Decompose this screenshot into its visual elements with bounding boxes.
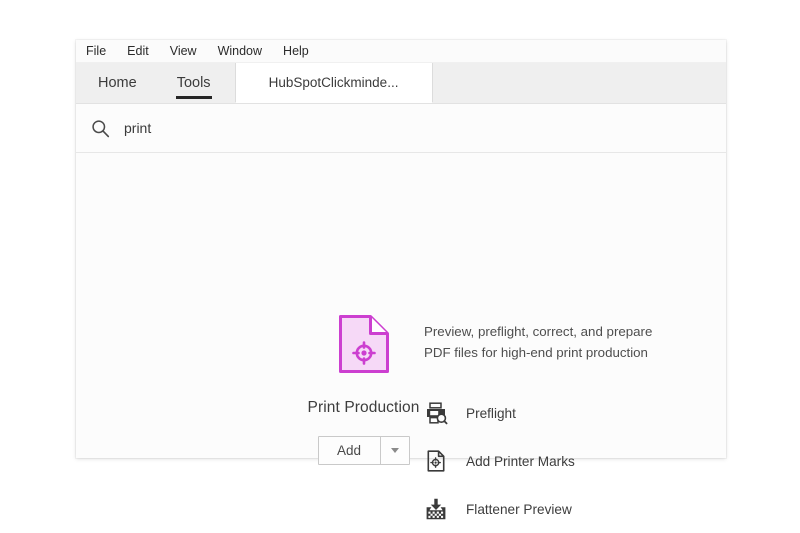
flatten-download-icon (424, 497, 448, 521)
search-bar[interactable] (76, 104, 726, 153)
tab-home[interactable]: Home (76, 63, 159, 103)
add-dropdown-button[interactable] (381, 437, 409, 464)
search-icon (91, 119, 110, 138)
tab-tools[interactable]: Tools (159, 63, 229, 103)
chevron-down-icon (391, 448, 399, 453)
print-production-icon (337, 313, 391, 375)
menu-item-view[interactable]: View (170, 45, 197, 58)
application-window: File Edit View Window Help Home Tools Hu… (76, 40, 726, 458)
menu-item-window[interactable]: Window (218, 45, 262, 58)
menu-bar: File Edit View Window Help (76, 40, 726, 63)
tool-action-preflight[interactable]: Preflight (424, 389, 674, 437)
tool-action-label: Flattener Preview (466, 502, 572, 517)
menu-item-file[interactable]: File (86, 45, 106, 58)
printer-search-icon (424, 401, 448, 425)
tab-document[interactable]: HubSpotClickminde... (235, 63, 433, 103)
menu-item-help[interactable]: Help (283, 45, 309, 58)
search-input[interactable] (124, 120, 524, 136)
menu-item-edit[interactable]: Edit (127, 45, 149, 58)
add-button-group: Add (318, 436, 410, 465)
tab-strip: Home Tools HubSpotClickminde... (76, 63, 726, 104)
tool-action-label: Preflight (466, 406, 516, 421)
add-button[interactable]: Add (319, 437, 381, 464)
page-registration-mark-icon (424, 449, 448, 473)
tool-info: Preview, preflight, correct, and prepare… (424, 321, 674, 533)
tool-detail-panel: Print Production Add Preview, preflight,… (76, 153, 726, 458)
tool-action-add-printer-marks[interactable]: Add Printer Marks (424, 437, 674, 485)
tool-action-flattener-preview[interactable]: Flattener Preview (424, 485, 674, 533)
tool-action-label: Add Printer Marks (466, 454, 575, 469)
tool-description: Preview, preflight, correct, and prepare… (424, 321, 674, 363)
tool-action-list: Preflight Add Printer Marks (424, 389, 674, 533)
